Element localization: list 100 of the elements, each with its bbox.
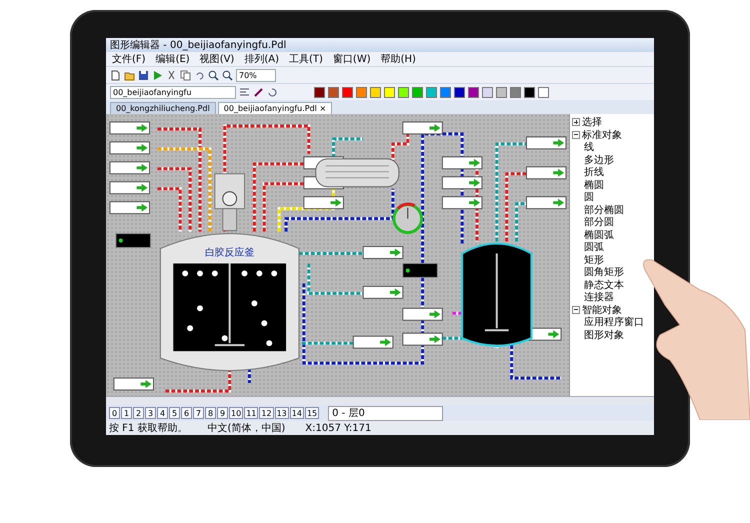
tree-item[interactable]: 多边形 — [584, 152, 614, 167]
menu-item[interactable]: 文件(F) — [112, 52, 146, 66]
tree-item[interactable]: 椭圆弧 — [584, 228, 614, 242]
menu-item[interactable]: 工具(T) — [289, 52, 323, 66]
window-title: 图形编辑器 - 00_beijiaofanyingfu.Pdl — [106, 38, 654, 52]
expand-toggle[interactable] — [572, 118, 580, 126]
tag-plate — [526, 196, 567, 210]
copy-icon[interactable] — [180, 70, 191, 80]
layer-button[interactable]: 0 — [109, 407, 120, 419]
menu-item[interactable]: 帮助(H) — [380, 52, 416, 66]
open-folder-icon[interactable] — [124, 70, 135, 80]
undo-icon[interactable] — [194, 70, 205, 80]
layer-button[interactable]: 12 — [259, 407, 274, 419]
tree-item[interactable]: 图形对象 — [584, 328, 624, 342]
collapse-toggle[interactable] — [572, 306, 580, 314]
tag-plate — [362, 246, 404, 259]
gauge-drawing — [392, 202, 424, 234]
horizontal-scrollbar[interactable] — [106, 396, 654, 405]
color-swatch[interactable] — [468, 86, 479, 98]
tree-item[interactable]: 智能对象 — [582, 302, 622, 317]
tree-item[interactable]: 椭圆 — [584, 178, 604, 192]
zoom-in-icon[interactable] — [208, 70, 219, 80]
menu-item[interactable]: 窗口(W) — [332, 52, 371, 66]
motor-drawing — [214, 173, 245, 232]
layer-button[interactable]: 15 — [304, 407, 320, 419]
layer-button[interactable]: 7 — [193, 407, 204, 419]
color-swatch[interactable] — [496, 86, 507, 98]
tree-item[interactable]: 圆弧 — [584, 240, 604, 254]
layer-button[interactable]: 8 — [205, 407, 216, 419]
layer-button[interactable]: 3 — [145, 407, 156, 419]
cut-icon[interactable] — [166, 70, 177, 80]
color-swatch[interactable] — [426, 86, 437, 98]
color-swatch[interactable] — [342, 86, 353, 98]
collapse-toggle[interactable] — [572, 130, 580, 139]
new-file-icon[interactable] — [110, 70, 121, 80]
pipe — [248, 368, 251, 384]
tag-plate — [109, 121, 150, 134]
color-swatch[interactable] — [328, 86, 339, 98]
tag-plate — [362, 286, 404, 299]
tag-plate — [402, 332, 443, 346]
color-swatch[interactable] — [356, 86, 367, 98]
status-text: 按 F1 获取帮助。 — [109, 422, 188, 435]
tree-item[interactable]: 连接器 — [584, 290, 614, 304]
color-swatch[interactable] — [384, 86, 395, 98]
layer-button[interactable]: 4 — [157, 407, 168, 419]
menu-item[interactable]: 视图(V) — [200, 52, 234, 66]
tree-item[interactable]: 静态文本 — [584, 278, 624, 292]
layer-combo[interactable]: 0 - 层0 — [328, 406, 444, 420]
rotate-icon[interactable] — [267, 86, 278, 98]
tree-item[interactable]: 标准对象 — [582, 128, 622, 142]
tag-plate — [303, 196, 344, 210]
color-swatch[interactable] — [440, 86, 451, 98]
tag-plate — [113, 378, 154, 391]
color-swatch[interactable] — [454, 86, 465, 98]
menu-item[interactable]: 排列(A) — [244, 52, 279, 66]
layer-button[interactable]: 2 — [133, 407, 144, 419]
save-icon[interactable] — [138, 70, 149, 80]
color-swatch[interactable] — [370, 86, 381, 98]
color-swatch[interactable] — [524, 86, 535, 98]
tree-item[interactable]: 部分椭圆 — [584, 202, 624, 217]
document-tab[interactable]: 00_beijiaofanyingfu.Pdl × — [218, 102, 332, 114]
layer-button[interactable]: 6 — [181, 407, 192, 419]
tree-item[interactable]: 折线 — [584, 165, 604, 180]
tree-item[interactable]: 应用程序窗口 — [584, 315, 644, 330]
pipe — [510, 345, 562, 380]
tree-item[interactable]: 部分圆 — [584, 215, 614, 230]
layer-button[interactable]: 9 — [217, 407, 228, 419]
document-tab[interactable]: 00_kongzhiliucheng.Pdl — [110, 102, 216, 114]
tag-plate — [109, 201, 150, 214]
layer-button[interactable]: 1 — [121, 407, 132, 419]
play-icon[interactable] — [152, 70, 163, 80]
tag-plate — [526, 166, 567, 180]
zoom-field[interactable]: 70% — [236, 68, 276, 82]
tree-item[interactable]: 圆角矩形 — [584, 265, 624, 280]
level-display — [115, 233, 152, 248]
tree-item[interactable]: 线 — [584, 140, 594, 154]
color-swatch[interactable] — [482, 86, 493, 98]
tree-item[interactable]: 选择 — [582, 115, 602, 130]
layer-button[interactable]: 14 — [290, 407, 304, 419]
tree-item[interactable]: 矩形 — [584, 252, 604, 267]
pipe — [165, 368, 232, 392]
color-swatch[interactable] — [510, 86, 521, 98]
tag-plate — [109, 161, 150, 174]
tag-plate — [402, 308, 443, 321]
color-swatch[interactable] — [412, 86, 423, 98]
tag-plate — [352, 336, 394, 349]
pencil-icon[interactable] — [253, 86, 264, 98]
menu-item[interactable]: 编辑(E) — [156, 52, 190, 66]
layer-button[interactable]: 10 — [229, 407, 244, 419]
align-icon[interactable] — [239, 86, 250, 98]
color-swatch[interactable] — [398, 86, 409, 98]
zoom-out-icon[interactable] — [222, 70, 233, 80]
layer-button[interactable]: 5 — [169, 407, 180, 419]
layer-button[interactable]: 13 — [274, 407, 289, 419]
tree-item[interactable]: 圆 — [584, 190, 594, 204]
tag-plate — [109, 141, 150, 154]
object-combo[interactable]: 00_beijiaofanyingfu — [110, 86, 236, 98]
color-swatch[interactable] — [314, 86, 325, 98]
color-swatch[interactable] — [538, 86, 549, 98]
layer-button[interactable]: 11 — [244, 407, 258, 419]
